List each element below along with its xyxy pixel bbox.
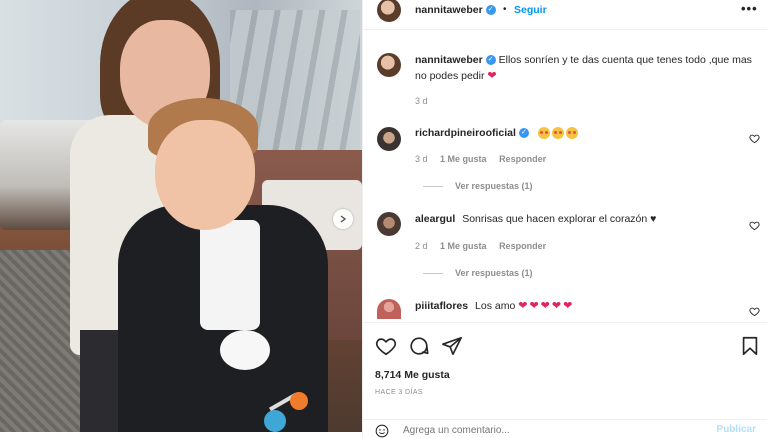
comment-avatar[interactable] — [377, 212, 401, 236]
comment-meta: 3 d 1 Me gusta Responder — [415, 154, 556, 164]
follow-button[interactable]: Seguir — [514, 4, 547, 16]
comment-username[interactable]: aleargul — [415, 213, 455, 225]
comment-likes[interactable]: 1 Me gusta — [440, 241, 487, 251]
caption-age: 3 d — [415, 96, 428, 106]
verified-badge-icon: ✓ — [485, 55, 496, 66]
caption: nannitaweber ✓ Ellos sonríen y te das cue… — [415, 52, 755, 84]
add-comment-bar: Publicar — [363, 419, 767, 438]
post-side-panel: nannitaweber ✓ • Seguir ••• nannitaweber ✓… — [362, 0, 767, 438]
like-comment-heart-icon[interactable] — [749, 133, 760, 144]
post-photo[interactable] — [0, 0, 362, 432]
photo-boy-face — [155, 120, 255, 230]
emoji-picker-icon[interactable] — [375, 424, 389, 438]
reply-button[interactable]: Responder — [499, 154, 546, 164]
comment-item: piiitaflores Los amo ❤❤❤❤❤ — [415, 298, 575, 314]
save-bookmark-icon[interactable] — [739, 335, 761, 357]
like-comment-heart-icon[interactable] — [749, 306, 760, 317]
author-username-text[interactable]: nannitaweber — [415, 4, 483, 16]
caption-heart-emoji: ❤ — [487, 70, 497, 82]
likes-count[interactable]: 8,714 Me gusta — [375, 369, 450, 381]
comment-meta: 2 d 1 Me gusta Responder — [415, 241, 556, 251]
verified-badge-icon: ✓ — [485, 5, 496, 16]
share-paper-plane-icon[interactable] — [441, 335, 463, 357]
view-replies-link[interactable]: Ver respuestas (1) — [423, 181, 533, 191]
publish-button[interactable]: Publicar — [717, 424, 756, 435]
post-actions: 8,714 Me gusta HACE 3 DÍAS Publicar — [363, 322, 767, 438]
comment-bubble-icon[interactable] — [408, 335, 430, 357]
comment-hearts-emoji: ❤❤❤❤❤ — [518, 300, 575, 312]
separator-dot: • — [503, 4, 507, 15]
verified-badge-icon: ✓ — [518, 128, 529, 139]
comment-item: aleargul Sonrisas que hacen explorar el … — [415, 211, 656, 227]
chevron-right-icon — [340, 215, 347, 223]
view-replies-link[interactable]: Ver respuestas (1) — [423, 268, 533, 278]
comment-emojis — [537, 127, 580, 140]
comment-item: richardpineirooficial ✓ — [415, 125, 580, 141]
photo-toy — [258, 370, 318, 432]
caption-author-avatar[interactable] — [377, 53, 401, 77]
photo-boy-shirt — [200, 220, 260, 330]
photo-arm-cast — [220, 330, 270, 370]
comment-avatar[interactable] — [377, 127, 401, 151]
heart-eyes-emoji-icon — [551, 127, 564, 140]
comment-username[interactable]: richardpineirooficial — [415, 127, 516, 139]
more-options-button[interactable]: ••• — [741, 1, 758, 16]
comment-text: Los amo — [475, 300, 516, 312]
post-header: nannitaweber ✓ • Seguir ••• — [363, 0, 767, 30]
next-image-button[interactable] — [333, 209, 353, 229]
comment-heart-suffix: ♥ — [650, 213, 657, 225]
heart-eyes-emoji-icon — [537, 127, 550, 140]
like-heart-icon[interactable] — [375, 335, 397, 357]
author-username[interactable]: nannitaweber ✓ — [415, 4, 496, 16]
heart-eyes-emoji-icon — [565, 127, 578, 140]
reply-button[interactable]: Responder — [499, 241, 546, 251]
comment-avatar[interactable] — [377, 299, 401, 319]
comment-text: Sonrisas que hacen explorar el corazón — [462, 213, 648, 225]
comment-age: 2 d — [415, 241, 428, 251]
caption-author-username[interactable]: nannitaweber — [415, 54, 483, 66]
like-comment-heart-icon[interactable] — [749, 220, 760, 231]
add-comment-input[interactable] — [403, 423, 683, 437]
comment-age: 3 d — [415, 154, 428, 164]
comment-username[interactable]: piiitaflores — [415, 300, 468, 312]
comment-likes[interactable]: 1 Me gusta — [440, 154, 487, 164]
author-avatar[interactable] — [377, 0, 401, 22]
post-date: HACE 3 DÍAS — [375, 389, 423, 396]
